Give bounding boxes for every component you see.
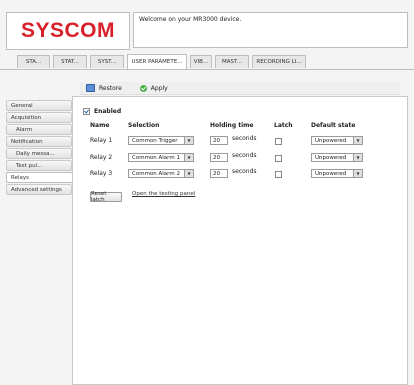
selection-dropdown[interactable]: Common Trigger ▼ bbox=[128, 136, 194, 145]
default-state-value: Unpowered bbox=[315, 170, 347, 177]
chevron-down-icon: ▼ bbox=[353, 137, 362, 144]
holding-time-unit: seconds bbox=[232, 152, 257, 159]
apply-button[interactable]: Apply bbox=[134, 84, 168, 92]
restore-label: Restore bbox=[99, 84, 122, 92]
latch-checkbox[interactable] bbox=[275, 171, 282, 178]
sidebar: General Acquisition Alarm Notification D… bbox=[6, 100, 73, 196]
open-testing-panel-link[interactable]: Open the testing panel bbox=[132, 191, 195, 197]
relay-name: Relay 3 bbox=[90, 170, 113, 177]
apply-label: Apply bbox=[150, 84, 168, 92]
welcome-message: Welcome on your MR3000 device. bbox=[139, 16, 242, 23]
chevron-down-icon: ▼ bbox=[184, 137, 193, 144]
holding-time-unit: seconds bbox=[232, 135, 257, 142]
column-header-holding-time: Holding time bbox=[210, 122, 254, 129]
selection-value: Common Trigger bbox=[132, 137, 178, 144]
tab-vib[interactable]: VIB... bbox=[190, 55, 212, 68]
chevron-down-icon: ▼ bbox=[184, 154, 193, 161]
column-header-default-state: Default state bbox=[311, 122, 356, 129]
enabled-checkbox[interactable] bbox=[83, 108, 90, 115]
tab-user-parameters[interactable]: USER PARAMETE... bbox=[127, 54, 187, 69]
logo-text: SYSCOM bbox=[20, 19, 115, 42]
default-state-value: Unpowered bbox=[315, 137, 347, 144]
relay-name: Relay 1 bbox=[90, 137, 113, 144]
relays-panel: Enabled Name Selection Holding time Latc… bbox=[72, 96, 408, 385]
selection-dropdown[interactable]: Common Alarm 1 ▼ bbox=[128, 153, 194, 162]
default-state-value: Unpowered bbox=[315, 154, 347, 161]
column-header-name: Name bbox=[90, 122, 110, 129]
selection-value: Common Alarm 1 bbox=[132, 154, 180, 161]
sidebar-item-relays[interactable]: Relays bbox=[6, 172, 73, 183]
column-header-selection: Selection bbox=[128, 122, 160, 129]
restore-icon bbox=[86, 84, 95, 92]
holding-time-input[interactable]: 20 bbox=[210, 153, 228, 162]
tab-status[interactable]: STA... bbox=[17, 55, 50, 68]
tab-system[interactable]: SYST... bbox=[90, 55, 124, 68]
sidebar-item-test-pulse[interactable]: Test pul... bbox=[6, 160, 72, 171]
sidebar-item-alarm[interactable]: Alarm bbox=[6, 124, 72, 135]
chevron-down-icon: ▼ bbox=[184, 170, 193, 177]
tab-mast[interactable]: MAST... bbox=[215, 55, 249, 68]
sidebar-item-general[interactable]: General bbox=[6, 100, 72, 111]
holding-time-input[interactable]: 20 bbox=[210, 136, 228, 145]
column-header-latch: Latch bbox=[274, 122, 293, 129]
tab-recording[interactable]: RECORDING LI... bbox=[252, 55, 306, 68]
sidebar-item-acquisition[interactable]: Acquisition bbox=[6, 112, 72, 123]
default-state-dropdown[interactable]: Unpowered ▼ bbox=[311, 136, 363, 145]
chevron-down-icon: ▼ bbox=[353, 154, 362, 161]
holding-time-unit: seconds bbox=[232, 168, 257, 175]
enabled-label: Enabled bbox=[94, 108, 122, 115]
holding-time-input[interactable]: 20 bbox=[210, 169, 228, 178]
toolbar: Restore Apply bbox=[80, 82, 400, 95]
sidebar-item-daily-message[interactable]: Daily messa... bbox=[6, 148, 72, 159]
chevron-down-icon: ▼ bbox=[353, 170, 362, 177]
latch-checkbox[interactable] bbox=[275, 138, 282, 145]
tab-stat[interactable]: STAT... bbox=[53, 55, 87, 68]
selection-value: Common Alarm 2 bbox=[132, 170, 180, 177]
sidebar-item-notification[interactable]: Notification bbox=[6, 136, 72, 147]
default-state-dropdown[interactable]: Unpowered ▼ bbox=[311, 169, 363, 178]
main-tab-bar: STA... STAT... SYST... USER PARAMETE... … bbox=[0, 54, 414, 70]
relay-name: Relay 2 bbox=[90, 154, 113, 161]
default-state-dropdown[interactable]: Unpowered ▼ bbox=[311, 153, 363, 162]
latch-checkbox[interactable] bbox=[275, 155, 282, 162]
selection-dropdown[interactable]: Common Alarm 2 ▼ bbox=[128, 169, 194, 178]
logo: SYSCOM bbox=[6, 12, 130, 50]
enabled-row: Enabled bbox=[83, 108, 121, 115]
sidebar-item-advanced-settings[interactable]: Advanced settings bbox=[6, 184, 72, 195]
reset-latch-button[interactable]: Reset latch bbox=[90, 191, 122, 203]
welcome-message-box: Welcome on your MR3000 device. bbox=[133, 12, 408, 48]
apply-icon bbox=[139, 84, 147, 92]
restore-button[interactable]: Restore bbox=[80, 84, 122, 92]
